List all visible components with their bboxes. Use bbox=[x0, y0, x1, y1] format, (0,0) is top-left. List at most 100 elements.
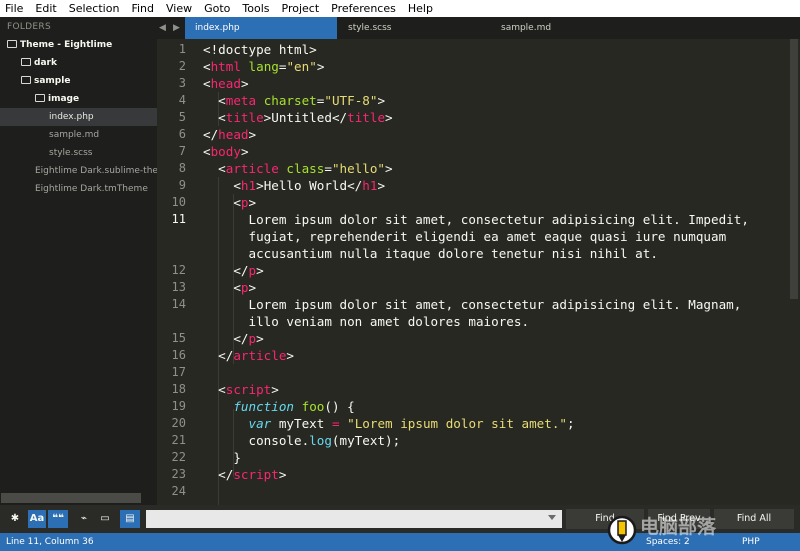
menu-file[interactable]: File bbox=[0, 0, 29, 17]
line-number: 12 bbox=[171, 263, 186, 277]
menu-view[interactable]: View bbox=[160, 0, 198, 17]
sidebar-folder-image[interactable]: image bbox=[0, 90, 157, 108]
watermark-logo: 电脑部落 bbox=[607, 515, 717, 545]
cursor-position: Line 11, Column 36 bbox=[6, 537, 94, 547]
code-line-19: function foo() { bbox=[233, 399, 355, 414]
case-sensitive-toggle[interactable]: Aa bbox=[28, 510, 46, 528]
scrollbar-thumb[interactable] bbox=[790, 39, 798, 299]
highlight-matches-toggle[interactable]: ▤ bbox=[120, 510, 140, 528]
line-number: 24 bbox=[171, 484, 186, 498]
menu-preferences[interactable]: Preferences bbox=[325, 0, 402, 17]
code-line-21: console.log(myText); bbox=[248, 433, 401, 448]
line-number: 11 bbox=[171, 212, 186, 226]
folder-icon bbox=[21, 58, 31, 66]
sidebar-item-label: index.php bbox=[49, 112, 94, 122]
sidebar-folder-theme[interactable]: Theme - Eightlime bbox=[0, 36, 157, 54]
code-line-1: <!doctype html> bbox=[203, 42, 317, 57]
watermark-text: 电脑部落 bbox=[640, 515, 717, 538]
regex-toggle[interactable]: ✱ bbox=[6, 510, 24, 528]
tab-style-scss[interactable]: style.scss bbox=[338, 17, 490, 39]
line-number: 9 bbox=[178, 178, 186, 192]
in-selection-toggle[interactable]: ▭ bbox=[96, 510, 114, 528]
sidebar-item-label: Eightlime Dark.sublime-theme bbox=[35, 166, 157, 176]
line-number: 20 bbox=[171, 416, 186, 430]
menu-tools[interactable]: Tools bbox=[236, 0, 275, 17]
menu-project[interactable]: Project bbox=[276, 0, 326, 17]
line-number: 4 bbox=[178, 93, 186, 107]
folder-icon bbox=[21, 76, 31, 84]
code-line-11-wrap-1: fugiat, reprehenderit eligendi ea amet e… bbox=[248, 229, 727, 244]
line-number: 21 bbox=[171, 433, 186, 447]
line-number: 5 bbox=[178, 110, 186, 124]
menu-goto[interactable]: Goto bbox=[198, 0, 236, 17]
sidebar-file-tmtheme[interactable]: Eightlime Dark.tmTheme bbox=[0, 180, 157, 198]
sidebar-file-sample-md[interactable]: sample.md bbox=[0, 126, 157, 144]
code-line-9: <h1>Hello World</h1> bbox=[203, 178, 386, 193]
code-line-2: <html lang="en"> bbox=[203, 59, 325, 74]
folder-icon bbox=[35, 94, 45, 102]
editor-scrollbar[interactable] bbox=[788, 39, 800, 505]
sidebar: FOLDERS Theme - Eightlime dark sample im… bbox=[0, 17, 157, 505]
line-number: 1 bbox=[178, 42, 186, 56]
code-editor[interactable]: <!doctype html> <html lang="en"> <head> … bbox=[203, 41, 788, 534]
code-line-22: } bbox=[233, 450, 241, 465]
tab-scroll-left-icon[interactable]: ◀ bbox=[159, 17, 166, 39]
sidebar-file-sublime-theme[interactable]: Eightlime Dark.sublime-theme bbox=[0, 162, 157, 180]
tab-label: sample.md bbox=[501, 23, 552, 33]
tab-index-php[interactable]: index.php bbox=[185, 17, 337, 39]
menu-help[interactable]: Help bbox=[402, 0, 439, 17]
sidebar-folder-sample[interactable]: sample bbox=[0, 72, 157, 90]
code-line-7: <body> bbox=[203, 144, 249, 159]
sidebar-item-label: style.scss bbox=[49, 148, 93, 158]
code-line-4: <meta charset="UTF-8"> bbox=[203, 93, 386, 108]
code-line-14-wrap-1: illo veniam non amet dolores maiores. bbox=[248, 314, 530, 329]
sidebar-item-label: sample bbox=[34, 76, 71, 86]
code-line-5: <title>Untitled</title> bbox=[203, 110, 393, 125]
whole-word-toggle[interactable]: ❝❝ bbox=[48, 510, 68, 528]
wrap-toggle[interactable]: ⌁ bbox=[76, 510, 92, 528]
line-number: 22 bbox=[171, 450, 186, 464]
sidebar-item-label: dark bbox=[34, 58, 57, 68]
sidebar-folder-dark[interactable]: dark bbox=[0, 54, 157, 72]
tab-label: style.scss bbox=[348, 23, 392, 33]
tab-label: index.php bbox=[195, 23, 240, 33]
code-line-23: </script> bbox=[203, 467, 287, 482]
line-number: 13 bbox=[171, 280, 186, 294]
menu-edit[interactable]: Edit bbox=[29, 0, 62, 17]
code-line-13: <p> bbox=[203, 280, 257, 295]
sidebar-scrollbar[interactable] bbox=[1, 493, 141, 503]
line-number: 6 bbox=[178, 127, 186, 141]
tab-bar: ◀ ▶ index.php style.scss sample.md bbox=[157, 17, 800, 39]
code-line-10: <p> bbox=[203, 195, 257, 210]
tab-scroll-right-icon[interactable]: ▶ bbox=[173, 17, 180, 39]
sidebar-item-label: sample.md bbox=[49, 130, 100, 140]
tab-sample-md[interactable]: sample.md bbox=[491, 17, 643, 39]
line-number: 17 bbox=[171, 365, 186, 379]
code-line-14: Lorem ipsum dolor sit amet, consectetur … bbox=[248, 297, 742, 312]
code-line-15: </p> bbox=[203, 331, 264, 346]
line-number: 7 bbox=[178, 144, 186, 158]
find-input[interactable] bbox=[146, 510, 562, 528]
line-number: 8 bbox=[178, 161, 186, 175]
code-line-18: <script> bbox=[203, 382, 279, 397]
line-number: 3 bbox=[178, 76, 186, 90]
sidebar-item-label: Theme - Eightlime bbox=[20, 40, 113, 50]
line-number-gutter: 1 2 3 4 5 6 7 8 9 10 11 12 13 14 15 16 17 18 19 20 21 22 23 24 bbox=[157, 39, 200, 505]
menu-bar: File Edit Selection Find View Goto Tools… bbox=[0, 0, 800, 17]
sidebar-file-index-php[interactable]: index.php bbox=[0, 108, 157, 126]
line-number: 23 bbox=[171, 467, 186, 481]
code-line-20: var myText = "Lorem ipsum dolor sit amet… bbox=[248, 416, 575, 431]
code-line-11: Lorem ipsum dolor sit amet, consectetur … bbox=[248, 212, 749, 227]
code-line-6: </head> bbox=[203, 127, 257, 142]
sidebar-file-style-scss[interactable]: style.scss bbox=[0, 144, 157, 162]
menu-selection[interactable]: Selection bbox=[63, 0, 126, 17]
chevron-down-icon[interactable] bbox=[548, 515, 556, 520]
line-number: 10 bbox=[171, 195, 186, 209]
code-line-3: <head> bbox=[203, 76, 249, 91]
sidebar-item-label: Eightlime Dark.tmTheme bbox=[35, 184, 148, 194]
code-line-12: </p> bbox=[203, 263, 264, 278]
code-line-11-wrap-2: accusantium nulla itaque dolore tenetur … bbox=[248, 246, 658, 261]
line-number: 2 bbox=[178, 59, 186, 73]
menu-find[interactable]: Find bbox=[125, 0, 160, 17]
code-line-16: </article> bbox=[203, 348, 295, 363]
